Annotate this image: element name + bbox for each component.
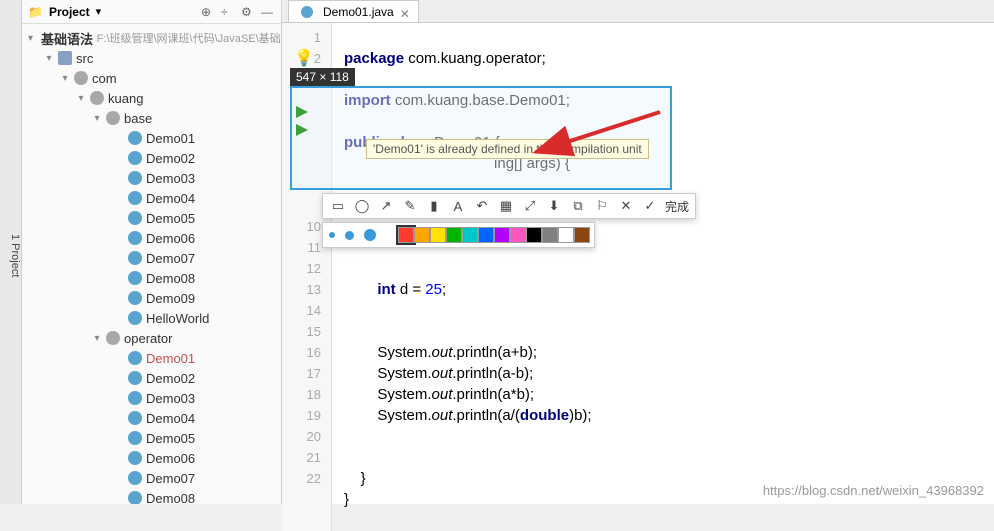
cancel-icon[interactable]: ✕: [617, 197, 635, 215]
tree-src[interactable]: ▾src: [22, 48, 281, 68]
tree-class-item[interactable]: HelloWorld: [22, 308, 281, 328]
snip-toolbar: ▭ ◯ ↗ ✎ ▮ A ↶ ▦ ⤢ ⬇ ⧉ ⚐ ✕ ✓ 完成: [322, 193, 696, 219]
download-icon[interactable]: ⬇: [545, 197, 563, 215]
mosaic-tool-icon[interactable]: ▦: [497, 197, 515, 215]
tree-label: operator: [124, 331, 172, 346]
arrow-tool-icon[interactable]: ↗: [377, 197, 395, 215]
tree-class-item[interactable]: Demo06: [22, 228, 281, 248]
tree-class-item[interactable]: Demo03: [22, 388, 281, 408]
tree-label: src: [76, 51, 93, 66]
size-small-icon[interactable]: [329, 232, 335, 238]
tree-pkg-com[interactable]: ▾com: [22, 68, 281, 88]
tree-class-item[interactable]: Demo01: [22, 348, 281, 368]
pencil-tool-icon[interactable]: ✎: [401, 197, 419, 215]
tree-class-item[interactable]: Demo04: [22, 408, 281, 428]
gear-icon[interactable]: ⚙: [241, 5, 255, 19]
class-icon: [301, 6, 313, 18]
tree-class-item[interactable]: Demo08: [22, 268, 281, 288]
tree-pkg-kuang[interactable]: ▾kuang: [22, 88, 281, 108]
color-swatch[interactable]: [558, 227, 574, 243]
tree-class-item[interactable]: Demo07: [22, 248, 281, 268]
tree-class-item[interactable]: Demo05: [22, 208, 281, 228]
target-icon[interactable]: ⊕: [201, 5, 215, 19]
done-button[interactable]: 完成: [665, 198, 689, 215]
editor-tabbar: Demo01.java ✕: [282, 0, 994, 23]
close-icon[interactable]: ✕: [400, 7, 410, 17]
tree-pkg-operator[interactable]: ▾operator: [22, 328, 281, 348]
size-medium-icon[interactable]: [345, 231, 354, 240]
tree-pkg-base[interactable]: ▾base: [22, 108, 281, 128]
tab-label: Demo01.java: [323, 5, 394, 19]
color-swatch[interactable]: [494, 227, 510, 243]
panel-header: 📁 Project ▾ ⊕ ÷ ⚙ —: [22, 0, 281, 24]
tree-root[interactable]: ▾基础语法 F:\班级管理\网课班\代码\JavaSE\基础: [22, 28, 281, 48]
panel-title: Project: [49, 5, 90, 19]
side-tab-project[interactable]: 1 Project: [0, 0, 22, 504]
watermark: https://blog.csdn.net/weixin_43968392: [763, 483, 984, 498]
tree-label: com: [92, 71, 117, 86]
confirm-icon[interactable]: ✓: [641, 197, 659, 215]
tree-class-item[interactable]: Demo08: [22, 488, 281, 504]
dropdown-arrow-icon[interactable]: ▾: [96, 5, 102, 18]
tree-label: base: [124, 111, 152, 126]
snip-dimensions-badge: 547 × 118: [290, 68, 355, 86]
color-swatch[interactable]: [478, 227, 494, 243]
editor-area: Demo01.java ✕ 123 1011121314151617181920…: [282, 0, 994, 504]
color-palette: [322, 222, 595, 248]
color-swatch[interactable]: [414, 227, 430, 243]
tree-class-item[interactable]: Demo06: [22, 448, 281, 468]
color-swatch[interactable]: [542, 227, 558, 243]
pin-icon[interactable]: ⚐: [593, 197, 611, 215]
tree-class-item[interactable]: Demo02: [22, 148, 281, 168]
color-swatch[interactable]: [398, 227, 414, 243]
color-swatch[interactable]: [462, 227, 478, 243]
tree-class-item[interactable]: Demo03: [22, 168, 281, 188]
attach-tool-icon[interactable]: ⤢: [521, 197, 539, 215]
undo-icon[interactable]: ↶: [473, 197, 491, 215]
tree-class-item[interactable]: Demo04: [22, 188, 281, 208]
copy-icon[interactable]: ⧉: [569, 197, 587, 215]
color-swatch[interactable]: [526, 227, 542, 243]
color-swatch[interactable]: [510, 227, 526, 243]
project-tree[interactable]: ▾基础语法 F:\班级管理\网课班\代码\JavaSE\基础 ▾src ▾com…: [22, 24, 281, 504]
hide-icon[interactable]: —: [261, 5, 275, 19]
color-swatch[interactable]: [430, 227, 446, 243]
color-swatch[interactable]: [446, 227, 462, 243]
tree-class-item[interactable]: Demo05: [22, 428, 281, 448]
tree-class-item[interactable]: Demo07: [22, 468, 281, 488]
screenshot-selection[interactable]: [290, 86, 672, 190]
tree-label: 基础语法: [41, 29, 93, 48]
color-swatch[interactable]: [574, 227, 590, 243]
tree-class-item[interactable]: Demo09: [22, 288, 281, 308]
tree-class-item[interactable]: Demo01: [22, 128, 281, 148]
marker-tool-icon[interactable]: ▮: [425, 197, 443, 215]
tree-class-item[interactable]: Demo02: [22, 368, 281, 388]
editor-tab[interactable]: Demo01.java ✕: [288, 0, 419, 22]
tree-path: F:\班级管理\网课班\代码\JavaSE\基础: [97, 30, 281, 46]
intention-bulb-icon[interactable]: 💡: [294, 48, 314, 68]
ellipse-tool-icon[interactable]: ◯: [353, 197, 371, 215]
run-gutter-icon[interactable]: [296, 106, 308, 118]
size-large-icon[interactable]: [364, 229, 376, 241]
run-gutter-icon[interactable]: [296, 124, 308, 136]
text-tool-icon[interactable]: A: [449, 197, 467, 215]
error-tooltip: 'Demo01' is already defined in this comp…: [366, 139, 649, 159]
project-panel: 📁 Project ▾ ⊕ ÷ ⚙ — ▾基础语法 F:\班级管理\网课班\代码…: [22, 0, 282, 504]
collapse-icon[interactable]: ÷: [221, 5, 235, 19]
tree-label: kuang: [108, 91, 143, 106]
rect-tool-icon[interactable]: ▭: [329, 197, 347, 215]
project-icon: 📁: [28, 5, 43, 19]
